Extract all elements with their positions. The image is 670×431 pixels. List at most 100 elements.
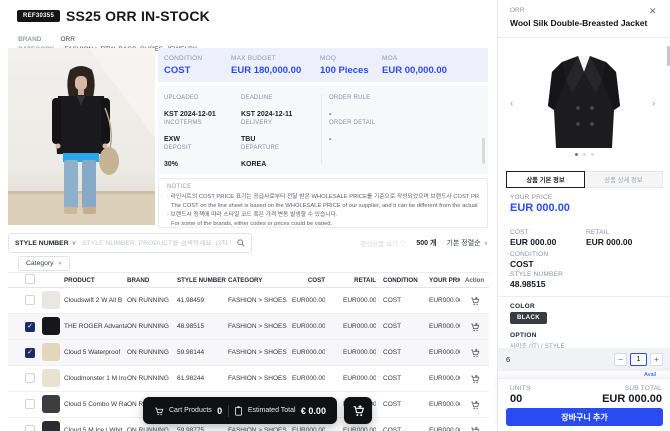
carousel-prev-icon[interactable]: ‹ — [510, 98, 513, 109]
style-number-cell: 59.98775 — [177, 427, 228, 431]
carousel-dots[interactable] — [498, 153, 670, 156]
estimate-icon — [234, 406, 243, 416]
cost-label: COST — [510, 229, 529, 236]
retail-cell: EUR000.00 — [343, 297, 376, 304]
detail-incoterms: INCOTERMSEXW — [164, 120, 241, 145]
sort-dropdown[interactable]: 기본 정렬순 ∨ — [446, 238, 488, 248]
table-row[interactable]: Cloud 5 Waterproof ON RUNNING 59.98144 F… — [8, 340, 489, 366]
qty-input[interactable] — [630, 353, 647, 366]
search-field-dropdown[interactable]: STYLE NUMBER ∨ — [15, 240, 76, 247]
order-summary-band: CONDITION COST MAX BUDGET EUR 180,000.00… — [158, 48, 488, 82]
table-row[interactable]: Cloudmonster 1 M Iro ON RUNNING 61.98244… — [8, 366, 489, 392]
row-checkbox[interactable] — [25, 425, 35, 431]
product-name[interactable]: Cloud 5 M Ice | Whit — [64, 427, 127, 431]
style-number-cell: 61.98244 — [177, 375, 228, 382]
cost-cell: EUR000.00 — [292, 349, 325, 356]
condition-cell: COST — [383, 323, 423, 330]
cost-cell: EUR000.00 — [292, 323, 325, 330]
panel-footer: UNITS 00 SUB TOTAL EUR 000.00 장바구니 추가 — [498, 378, 670, 431]
notice-line: For some of the brands, either codes or … — [167, 220, 479, 229]
retail-cell: EUR000.00 — [343, 349, 376, 356]
add-to-cart-icon[interactable] — [470, 374, 480, 384]
open-cart-button[interactable] — [344, 397, 372, 424]
order-details-panel: UPLOADEDKST 2024-12-01 DEADLINEKST 2024-… — [158, 86, 488, 174]
your-price-cell: EUR000.00 — [429, 375, 460, 382]
tab-detail-info[interactable]: 상품 상세 정보 — [585, 171, 663, 188]
condition-cell: COST — [383, 297, 423, 304]
cart-plus-icon — [352, 404, 365, 417]
search-input[interactable] — [82, 240, 231, 247]
panel-scrollbar[interactable] — [667, 46, 670, 66]
tab-basic-info[interactable]: 상품 기본 정보 — [506, 171, 585, 188]
product-name[interactable]: Cloud 5 Waterproof — [64, 349, 127, 356]
search-icon[interactable] — [237, 239, 245, 247]
divider — [498, 296, 670, 297]
qty-plus-button[interactable]: + — [650, 353, 663, 366]
brand-cell: ON RUNNING — [127, 375, 177, 382]
your-price-cell: EUR000.00 — [429, 323, 460, 330]
carousel-dot[interactable] — [591, 153, 594, 156]
row-checkbox[interactable] — [25, 399, 35, 409]
search-bar[interactable]: STYLE NUMBER ∨ — [8, 233, 252, 253]
carousel-next-icon[interactable]: › — [652, 98, 655, 109]
table-row[interactable]: THE ROGER Advantage ON RUNNING 48.98515 … — [8, 314, 489, 340]
detail-deadline: DEADLINEKST 2024-12-11 — [241, 95, 329, 120]
your-price-cell: EUR000.00 — [429, 401, 460, 408]
panel-tabs: 상품 기본 정보 상품 상세 정보 — [506, 171, 663, 188]
details-scrollbar[interactable] — [482, 138, 485, 164]
brand-cell: ON RUNNING — [127, 297, 177, 304]
panel-brand: ORR — [510, 7, 524, 14]
select-all-checkbox[interactable] — [25, 274, 35, 284]
close-icon[interactable]: ✕ — [649, 6, 657, 17]
product-thumbnail — [42, 369, 60, 387]
your-price-cell: EUR000.00 — [429, 349, 460, 356]
summary-max-budget: MAX BUDGET EUR 180,000.00 — [231, 55, 320, 76]
product-name[interactable]: Cloud 5 Combo W Ray — [64, 401, 127, 408]
units-value: 00 — [510, 393, 522, 405]
carousel-dot[interactable] — [583, 153, 586, 156]
favorites-filter-link[interactable]: 관심상품 보기 ♡ — [360, 238, 406, 248]
retail-label: RETAIL — [586, 229, 609, 236]
style-number-value: 48.98515 — [510, 279, 545, 289]
condition-cell: COST — [383, 375, 423, 382]
add-to-cart-icon[interactable] — [470, 322, 480, 332]
chevron-down-icon: ∨ — [484, 240, 488, 246]
add-to-cart-button[interactable]: 장바구니 추가 — [506, 408, 663, 426]
option-label: OPTION — [510, 332, 537, 339]
product-image-carousel — [524, 45, 644, 163]
row-checkbox[interactable] — [25, 373, 35, 383]
product-thumbnail — [42, 317, 60, 335]
category-filter-chip[interactable]: Category ∨ — [18, 256, 70, 271]
condition-cell: COST — [383, 349, 423, 356]
panel-product-title: Wool Silk Double-Breasted Jacket — [510, 18, 647, 28]
row-checkbox[interactable] — [25, 295, 35, 305]
summary-condition: CONDITION COST — [164, 55, 231, 76]
color-label: COLOR — [510, 303, 535, 310]
cart-summary-bar: Cart Products 0 Estimated Total € 0.00 — [143, 397, 337, 424]
table-row[interactable]: Cloudswift 2 W All B ON RUNNING 41.98459… — [8, 288, 489, 314]
category-cell: FASHION > SHOES — [228, 427, 292, 431]
category-cell: FASHION > SHOES — [228, 323, 292, 330]
cart-products-label: Cart Products — [169, 407, 212, 414]
carousel-dot[interactable] — [575, 153, 578, 156]
brand-cell: ON RUNNING — [127, 349, 177, 356]
product-name[interactable]: Cloudmonster 1 M Iro — [64, 375, 127, 382]
size-value: 6 — [506, 355, 614, 364]
category-cell: FASHION > SHOES — [228, 349, 292, 356]
condition-cell: COST — [383, 401, 423, 408]
product-name[interactable]: Cloudswift 2 W All B — [64, 297, 127, 304]
list-toolbar: 관심상품 보기 ♡ 500 개 기본 정렬순 ∨ — [252, 233, 489, 253]
row-checkbox[interactable] — [25, 348, 35, 358]
add-to-cart-icon[interactable] — [470, 296, 480, 306]
units-label: UNITS — [510, 385, 531, 392]
add-to-cart-icon[interactable] — [470, 426, 480, 431]
product-name[interactable]: THE ROGER Advantage — [64, 323, 127, 330]
retail-cell: EUR000.00 — [343, 375, 376, 382]
row-checkbox[interactable] — [25, 322, 35, 332]
qty-minus-button[interactable]: − — [614, 353, 627, 366]
style-number-cell: 48.98515 — [177, 323, 228, 330]
add-to-cart-icon[interactable] — [470, 348, 480, 358]
add-to-cart-icon[interactable] — [470, 400, 480, 410]
product-thumbnail — [42, 343, 60, 361]
color-chip[interactable]: BLACK — [510, 312, 547, 324]
